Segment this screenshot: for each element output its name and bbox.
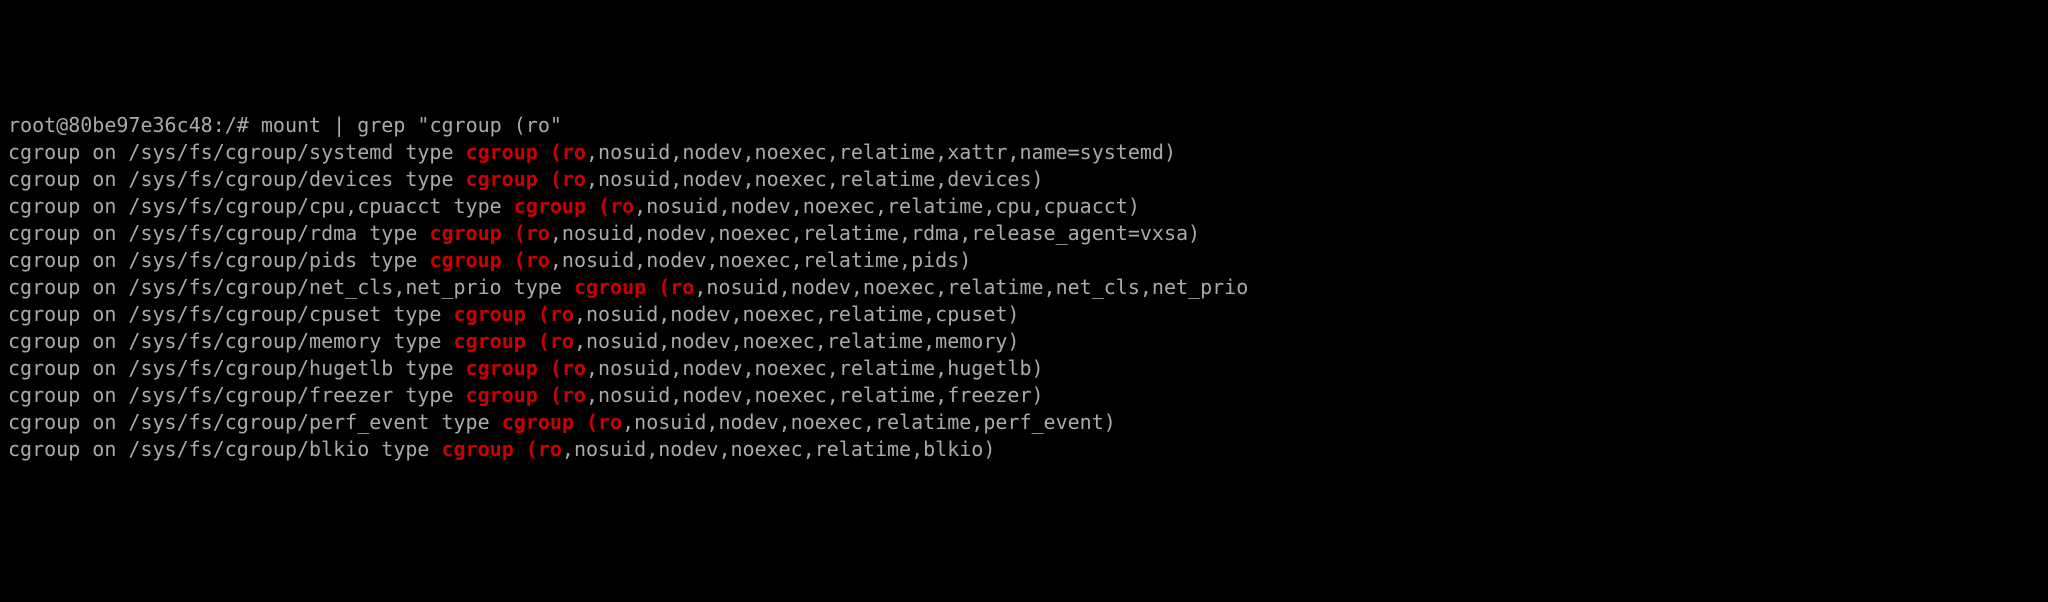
output-text: ,nosuid,nodev,noexec,relatime,net_cls,ne… — [694, 275, 1248, 299]
output-text: ,nosuid,nodev,noexec,relatime,blkio) — [562, 437, 995, 461]
output-text: ,nosuid,nodev,noexec,relatime,perf_event… — [622, 410, 1116, 434]
output-line: cgroup on /sys/fs/cgroup/freezer type cg… — [8, 382, 2040, 409]
output-text: ,nosuid,nodev,noexec,relatime,memory) — [574, 329, 1020, 353]
output-line: cgroup on /sys/fs/cgroup/cpuset type cgr… — [8, 301, 2040, 328]
output-text: ,nosuid,nodev,noexec,relatime,cpu,cpuacc… — [634, 194, 1140, 218]
output-text: ,nosuid,nodev,noexec,relatime,freezer) — [586, 383, 1044, 407]
grep-match: cgroup (ro — [466, 383, 586, 407]
output-line: cgroup on /sys/fs/cgroup/pids type cgrou… — [8, 247, 2040, 274]
grep-match: cgroup (ro — [441, 437, 561, 461]
output-text: cgroup on /sys/fs/cgroup/freezer type — [8, 383, 466, 407]
grep-match: cgroup (ro — [454, 329, 574, 353]
grep-match: cgroup (ro — [429, 221, 549, 245]
output-line: cgroup on /sys/fs/cgroup/hugetlb type cg… — [8, 355, 2040, 382]
grep-match: cgroup (ro — [454, 302, 574, 326]
output-text: cgroup on /sys/fs/cgroup/memory type — [8, 329, 454, 353]
output-text: cgroup on /sys/fs/cgroup/systemd type — [8, 140, 466, 164]
grep-match: cgroup (ro — [429, 248, 549, 272]
shell-prompt: root@80be97e36c48:/# — [8, 113, 261, 137]
terminal-output: root@80be97e36c48:/# mount | grep "cgrou… — [8, 112, 2040, 463]
output-text: cgroup on /sys/fs/cgroup/rdma type — [8, 221, 429, 245]
output-text: cgroup on /sys/fs/cgroup/devices type — [8, 167, 466, 191]
grep-match: cgroup (ro — [502, 410, 622, 434]
grep-match: cgroup (ro — [514, 194, 634, 218]
grep-match: cgroup (ro — [574, 275, 694, 299]
output-text: cgroup on /sys/fs/cgroup/cpuset type — [8, 302, 454, 326]
output-line: cgroup on /sys/fs/cgroup/devices type cg… — [8, 166, 2040, 193]
output-text: cgroup on /sys/fs/cgroup/hugetlb type — [8, 356, 466, 380]
output-text: ,nosuid,nodev,noexec,relatime,cpuset) — [574, 302, 1020, 326]
output-line: cgroup on /sys/fs/cgroup/net_cls,net_pri… — [8, 274, 2040, 301]
output-text: cgroup on /sys/fs/cgroup/cpu,cpuacct typ… — [8, 194, 514, 218]
output-line: cgroup on /sys/fs/cgroup/cpu,cpuacct typ… — [8, 193, 2040, 220]
output-text: ,nosuid,nodev,noexec,relatime,pids) — [550, 248, 971, 272]
output-text: cgroup on /sys/fs/cgroup/blkio type — [8, 437, 441, 461]
output-text: cgroup on /sys/fs/cgroup/perf_event type — [8, 410, 502, 434]
grep-match: cgroup (ro — [466, 140, 586, 164]
output-text: ,nosuid,nodev,noexec,relatime,rdma,relea… — [550, 221, 1200, 245]
output-text: cgroup on /sys/fs/cgroup/pids type — [8, 248, 429, 272]
grep-match: cgroup (ro — [466, 356, 586, 380]
output-text: ,nosuid,nodev,noexec,relatime,devices) — [586, 167, 1044, 191]
prompt-line[interactable]: root@80be97e36c48:/# mount | grep "cgrou… — [8, 112, 2040, 139]
output-text: ,nosuid,nodev,noexec,relatime,hugetlb) — [586, 356, 1044, 380]
output-line: cgroup on /sys/fs/cgroup/rdma type cgrou… — [8, 220, 2040, 247]
output-line: cgroup on /sys/fs/cgroup/systemd type cg… — [8, 139, 2040, 166]
output-line: cgroup on /sys/fs/cgroup/perf_event type… — [8, 409, 2040, 436]
output-text: ,nosuid,nodev,noexec,relatime,xattr,name… — [586, 140, 1176, 164]
output-line: cgroup on /sys/fs/cgroup/blkio type cgro… — [8, 436, 2040, 463]
grep-match: cgroup (ro — [466, 167, 586, 191]
command-text: mount | grep "cgroup (ro" — [261, 113, 562, 137]
output-line: cgroup on /sys/fs/cgroup/memory type cgr… — [8, 328, 2040, 355]
output-text: cgroup on /sys/fs/cgroup/net_cls,net_pri… — [8, 275, 574, 299]
